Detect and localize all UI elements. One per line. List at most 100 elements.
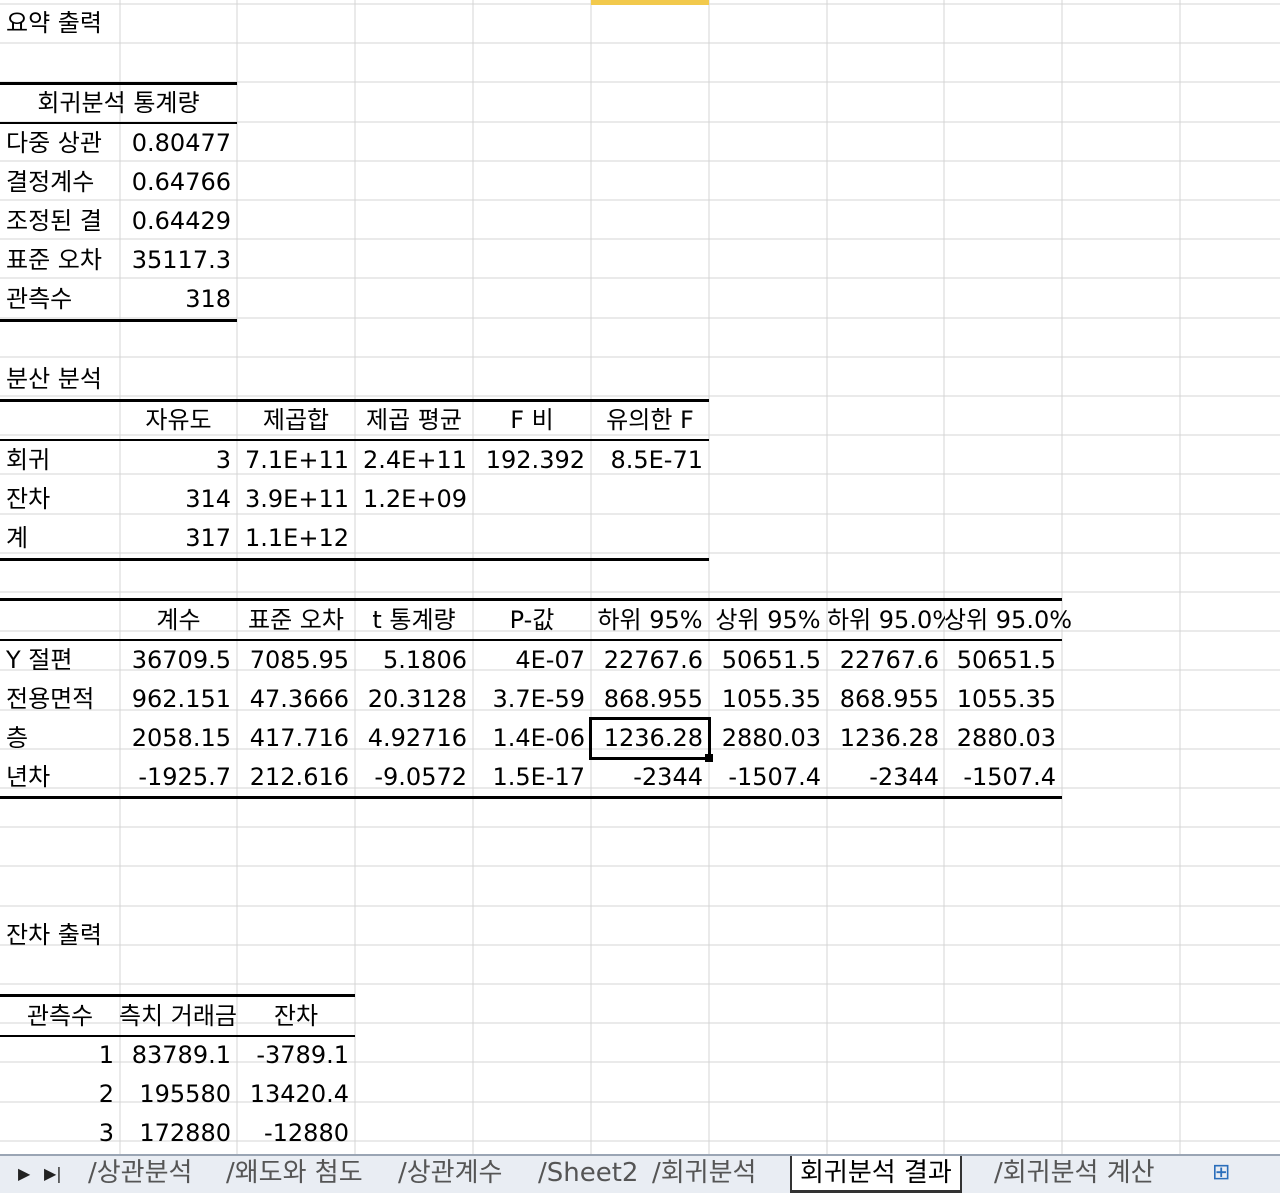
tab-sheet-active[interactable]: 회귀분석 결과 — [790, 1156, 962, 1193]
anova-header: 자유도 — [145, 406, 212, 434]
residual-pred: 195580 — [139, 1080, 231, 1108]
coef-cell: -2344 — [633, 763, 703, 791]
coef-cell: 3.7E-59 — [492, 685, 585, 713]
coef-row-label: 층 — [6, 724, 29, 752]
regstats-label: 결정계수 — [6, 168, 95, 196]
residual-pred: 83789.1 — [131, 1041, 231, 1069]
tab-sheet[interactable]: /회귀분석 — [652, 1156, 756, 1193]
anova-title: 분산 분석 — [6, 365, 102, 393]
anova-row-label: 잔차 — [6, 485, 51, 513]
regstats-header: 회귀분석 통계량 — [37, 89, 200, 117]
border-top-coef — [0, 598, 1062, 601]
residuals-header: 측치 거래금 — [118, 1002, 237, 1030]
tab-label: 상관계수 — [406, 1158, 503, 1188]
tab-sheet[interactable]: /왜도와 첨도 — [226, 1156, 363, 1193]
border-under-anova-header — [0, 439, 709, 441]
border-top-residuals — [0, 994, 355, 997]
tab-nav-last-icon[interactable]: ▶| — [44, 1164, 62, 1183]
anova-cell: 3.9E+11 — [245, 485, 349, 513]
anova-row-label: 계 — [6, 524, 29, 552]
selected-column-indicator — [591, 0, 709, 5]
coef-row-label: Y 절편 — [6, 646, 73, 674]
residuals-header: 관측수 — [26, 1002, 94, 1030]
coef-header: 표준 오차 — [248, 606, 344, 634]
regstats-label: 관측수 — [6, 285, 73, 313]
spreadsheet-grid[interactable]: 요약 출력 회귀분석 통계량 다중 상관 0.80477 결정계수 0.6476… — [0, 0, 1280, 1154]
anova-cell: 3 — [215, 446, 231, 474]
anova-cell: 314 — [185, 485, 231, 513]
residuals-title: 잔차 출력 — [6, 921, 102, 949]
coef-cell: 2880.03 — [956, 724, 1056, 752]
regstats-label: 다중 상관 — [6, 129, 102, 157]
residual-value: -3789.1 — [256, 1041, 349, 1069]
anova-row-label: 회귀 — [6, 446, 51, 474]
tab-label: 상관분석 — [96, 1158, 193, 1188]
anova-header: 유의한 F — [606, 406, 694, 434]
coef-cell: 1.5E-17 — [492, 763, 585, 791]
coef-cell: 2880.03 — [721, 724, 821, 752]
tab-sheet[interactable]: /상관계수 — [398, 1156, 502, 1193]
coef-cell: 962.151 — [131, 685, 231, 713]
regstats-value: 0.64429 — [131, 207, 231, 235]
residual-value: -12880 — [263, 1119, 349, 1147]
anova-header: 제곱합 — [262, 406, 330, 434]
residual-pred: 172880 — [139, 1119, 231, 1147]
coef-cell: 20.3128 — [367, 685, 467, 713]
border-top-anova — [0, 399, 709, 402]
border-bottom-regstats — [0, 319, 237, 322]
anova-cell: 317 — [185, 524, 231, 552]
coef-header: 하위 95.0% — [827, 606, 945, 634]
coef-cell: 4.92716 — [367, 724, 467, 752]
coef-row-label: 년차 — [6, 763, 51, 791]
coef-cell: 22767.6 — [603, 646, 703, 674]
coef-cell: 5.1806 — [383, 646, 467, 674]
coef-header: 하위 95% — [597, 606, 703, 634]
coef-cell: -1925.7 — [138, 763, 231, 791]
border-bottom-coef — [0, 796, 1062, 799]
insert-sheet-icon[interactable]: ⊞ — [1212, 1160, 1242, 1188]
coef-header: P-값 — [509, 606, 555, 634]
border-under-regstats-header — [0, 122, 237, 124]
anova-cell: 2.4E+11 — [363, 446, 467, 474]
sheet-tab-bar: ▶ ▶| /상관분석 /왜도와 첨도 /상관계수 /Sheet2 /회귀분석 회… — [0, 1154, 1280, 1193]
tab-sheet[interactable]: /회귀분석 계산 — [994, 1156, 1155, 1193]
coef-cell: 1055.35 — [721, 685, 821, 713]
coef-cell: -1507.4 — [963, 763, 1056, 791]
tab-label: Sheet2 — [546, 1158, 639, 1188]
coef-cell: -9.0572 — [374, 763, 467, 791]
anova-header: 제곱 평균 — [366, 406, 462, 434]
coef-row-label: 전용면적 — [6, 685, 95, 713]
residual-obs: 1 — [98, 1041, 114, 1069]
coef-header: 상위 95.0% — [944, 606, 1073, 634]
coef-cell: -1507.4 — [728, 763, 821, 791]
coef-cell: 868.955 — [839, 685, 939, 713]
tab-sheet[interactable]: /Sheet2 — [538, 1156, 638, 1193]
coef-cell: 1.4E-06 — [492, 724, 585, 752]
tab-sheet[interactable]: /상관분석 — [88, 1156, 192, 1193]
coef-cell: 7085.95 — [249, 646, 349, 674]
coef-cell: 2058.15 — [131, 724, 231, 752]
border-top-regstats — [0, 82, 237, 85]
tab-label: 회귀분석 — [660, 1158, 757, 1188]
coef-cell: 47.3666 — [249, 685, 349, 713]
coef-cell: 50651.5 — [721, 646, 821, 674]
coef-header: 상위 95% — [715, 606, 821, 634]
residuals-header: 잔차 — [273, 1002, 319, 1030]
tab-nav-next-icon[interactable]: ▶ — [18, 1164, 30, 1183]
coef-cell: 50651.5 — [956, 646, 1056, 674]
coef-cell: 1055.35 — [956, 685, 1056, 713]
residual-obs: 2 — [98, 1080, 114, 1108]
residual-value: 13420.4 — [249, 1080, 349, 1108]
tab-label: 회귀분석 계산 — [1002, 1158, 1155, 1188]
anova-cell: 1.2E+09 — [363, 485, 467, 513]
anova-cell: 7.1E+11 — [245, 446, 349, 474]
anova-cell: 8.5E-71 — [610, 446, 703, 474]
active-cell-border[interactable] — [589, 717, 711, 760]
regstats-label: 조정된 결 — [6, 207, 102, 235]
coef-cell: 22767.6 — [839, 646, 939, 674]
border-under-coef-header — [0, 639, 1062, 641]
anova-cell: 192.392 — [485, 446, 585, 474]
coef-cell: 212.616 — [249, 763, 349, 791]
fill-handle[interactable] — [705, 754, 713, 762]
residual-obs: 3 — [98, 1119, 114, 1147]
